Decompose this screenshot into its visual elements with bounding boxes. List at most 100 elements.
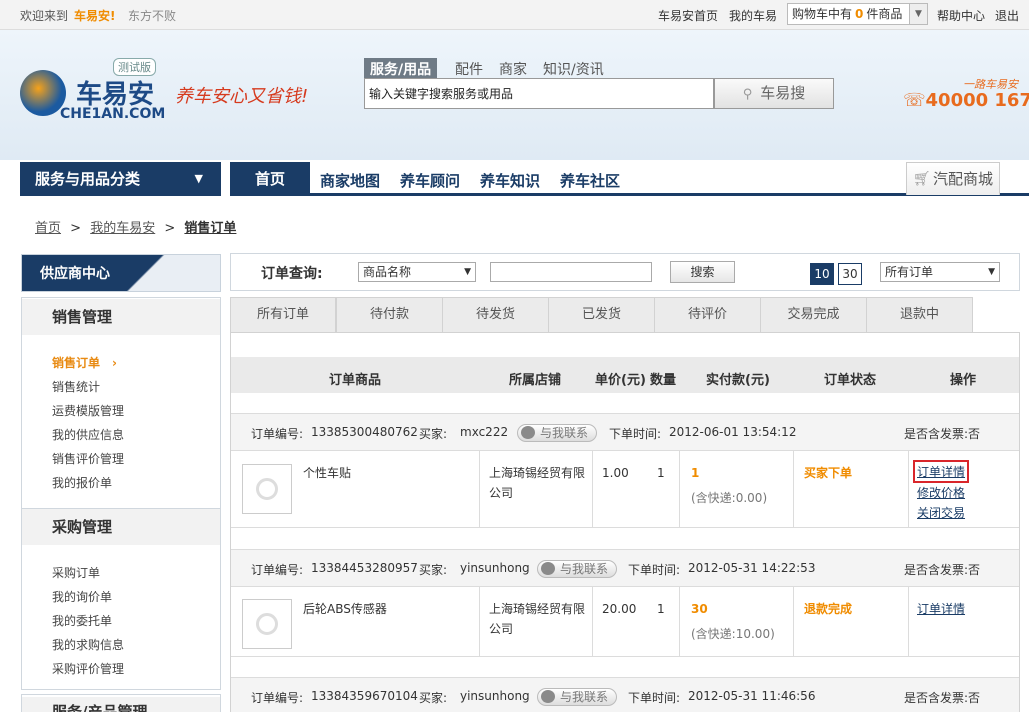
order-time-label: 下单时间:	[628, 691, 681, 705]
nav-item-community[interactable]: 养车社区	[560, 170, 620, 191]
order-status: 退款完成	[804, 602, 853, 616]
order-tabs: 所有订单 待付款 待发货 已发货 待评价 交易完成 退款中	[230, 297, 1020, 333]
tab-shipped[interactable]: 已发货	[548, 297, 655, 333]
search-button[interactable]: ⚲ 车易搜	[714, 78, 834, 109]
sidebar-section-sales: 销售管理	[22, 299, 220, 335]
column-divider	[908, 587, 909, 656]
table-row: 个性车贴 上海琦锡经贸有限 公司 1.00 1 1 (含快递:0.00) 买家下…	[231, 451, 1019, 528]
order-details-link[interactable]: 订单详情	[917, 600, 965, 617]
query-search-button[interactable]: 搜索	[670, 261, 735, 283]
cart-count: 0	[855, 7, 864, 21]
beta-badge: 测试版	[113, 58, 156, 76]
sidebar-item-wanted[interactable]: 我的求购信息	[52, 636, 124, 653]
search-tab-parts[interactable]: 配件	[455, 59, 483, 79]
sidebar-title: 供应商中心	[21, 254, 221, 292]
main-nav: 服务与用品分类 ▼ 首页 商家地图 养车顾问 养车知识 养车社区 🛒︎ 汽配商城	[0, 160, 1029, 198]
nav-item-advisor[interactable]: 养车顾问	[400, 170, 460, 191]
sidebar-item-sales-reviews[interactable]: 销售评价管理	[52, 450, 124, 467]
column-divider	[908, 451, 909, 527]
nav-item-home[interactable]: 首页	[230, 162, 310, 196]
order-id: 13385300480762	[311, 425, 418, 439]
hotline-text: 40000 16712	[925, 90, 1029, 111]
sidebar-item-sales-orders[interactable]: 销售订单 ›	[52, 354, 117, 371]
contact-me-label: 与我联系	[540, 426, 589, 440]
tab-pending-payment[interactable]: 待付款	[336, 297, 443, 333]
contact-me-button[interactable]: 与我联系	[537, 560, 617, 578]
parts-mall-button[interactable]: 🛒︎ 汽配商城	[906, 162, 1000, 195]
sidebar-item-supply-info[interactable]: 我的供应信息	[52, 426, 124, 443]
unit-price: 1.00	[602, 466, 629, 480]
order-status: 买家下单	[804, 466, 853, 480]
search-input[interactable]: 输入关键字搜索服务或用品	[364, 78, 714, 109]
sidebar-item-purchase-reviews[interactable]: 采购评价管理	[52, 660, 124, 677]
help-link[interactable]: 帮助中心	[937, 7, 985, 24]
close-trade-link[interactable]: 关闭交易	[917, 504, 965, 521]
breadcrumb-home[interactable]: 首页	[35, 221, 61, 236]
buyer-label: 买家:	[419, 691, 448, 705]
product-name[interactable]: 个性车贴	[303, 464, 351, 481]
breadcrumb: 首页 > 我的车易安 > 销售订单	[35, 217, 236, 236]
nav-item-knowledge[interactable]: 养车知识	[480, 170, 540, 191]
column-divider	[793, 587, 794, 656]
sidebar-item-quotes[interactable]: 我的报价单	[52, 474, 112, 491]
sidebar-item-inquiries[interactable]: 我的询价单	[52, 588, 112, 605]
placeholder-image-icon	[256, 478, 278, 500]
user-name: 东方不败	[128, 9, 177, 23]
tab-completed[interactable]: 交易完成	[760, 297, 867, 333]
col-product: 订单商品	[329, 373, 382, 388]
sidebar-item-sales-stats[interactable]: 销售统计	[52, 378, 100, 395]
search-button-label: 车易搜	[760, 84, 806, 102]
hotline-number: ☏40000 16712	[903, 90, 1029, 111]
order-id-label: 订单编号:	[251, 563, 304, 577]
breadcrumb-separator: >	[70, 221, 82, 236]
order-details-link[interactable]: 订单详情	[913, 460, 970, 483]
tab-all[interactable]: 所有订单	[230, 297, 336, 333]
product-thumbnail[interactable]	[242, 464, 292, 514]
contact-me-button[interactable]: 与我联系	[537, 688, 617, 706]
chevron-down-icon: ▼	[464, 267, 471, 277]
order-id: 13384453280957	[311, 561, 418, 575]
chat-bubble-icon	[541, 562, 555, 575]
col-price: 单价(元)	[595, 373, 646, 388]
invoice-info: 是否含发票:否	[904, 427, 981, 441]
page-size-30[interactable]: 30	[838, 263, 862, 285]
sidebar-item-purchase-orders[interactable]: 采购订单	[52, 564, 100, 581]
chevron-down-icon[interactable]: ▼	[909, 4, 927, 24]
shop-name-line2: 公司	[489, 486, 514, 500]
contact-me-button[interactable]: 与我联系	[517, 424, 597, 442]
slogan: 养车安心又省钱!	[175, 86, 309, 107]
edit-price-link[interactable]: 修改价格	[917, 484, 965, 501]
column-divider	[679, 587, 680, 656]
sidebar-item-shipping-templates[interactable]: 运费模版管理	[52, 402, 124, 419]
tab-pending-review[interactable]: 待评价	[654, 297, 761, 333]
query-field-select[interactable]: 商品名称 ▼	[358, 262, 476, 282]
logout-link[interactable]: 退出	[995, 7, 1019, 24]
tab-pending-shipment[interactable]: 待发货	[442, 297, 549, 333]
product-thumbnail[interactable]	[242, 599, 292, 649]
order-filter-select[interactable]: 所有订单 ▼	[880, 262, 1000, 282]
my-account-link[interactable]: 我的车易	[729, 7, 777, 24]
breadcrumb-mine[interactable]: 我的车易安	[90, 221, 155, 236]
nav-item-merchant-map[interactable]: 商家地图	[320, 170, 380, 191]
breadcrumb-separator: >	[164, 221, 176, 236]
sidebar-item-commissions[interactable]: 我的委托单	[52, 612, 112, 629]
query-input[interactable]	[490, 262, 652, 282]
parts-mall-label: 汽配商城	[933, 170, 994, 188]
search-tab-knowledge[interactable]: 知识/资讯	[543, 59, 604, 79]
sidebar-item-label: 销售订单	[52, 356, 101, 370]
category-menu-button[interactable]: 服务与用品分类 ▼	[20, 162, 221, 196]
search-tab-merchants[interactable]: 商家	[499, 59, 527, 79]
welcome-text: 欢迎来到	[20, 9, 69, 23]
product-name[interactable]: 后轮ABS传感器	[303, 600, 387, 617]
page-size-10[interactable]: 10	[810, 263, 834, 285]
tab-refunding[interactable]: 退款中	[866, 297, 973, 333]
home-link[interactable]: 车易安首页	[658, 7, 718, 24]
cart-dropdown[interactable]: 购物车中有 0 件商品 ▼	[787, 3, 928, 25]
shipping-fee: (含快递:0.00)	[691, 491, 768, 505]
placeholder-image-icon	[256, 613, 278, 635]
order-query-bar: 订单查询: 商品名称 ▼ 搜索 10 30 所有订单 ▼	[230, 253, 1020, 291]
order-time-label: 下单时间:	[628, 563, 681, 577]
search-tab-services[interactable]: 服务/用品	[364, 58, 438, 80]
brand-text: 车易安!	[74, 9, 116, 23]
col-qty: 数量	[650, 373, 677, 388]
